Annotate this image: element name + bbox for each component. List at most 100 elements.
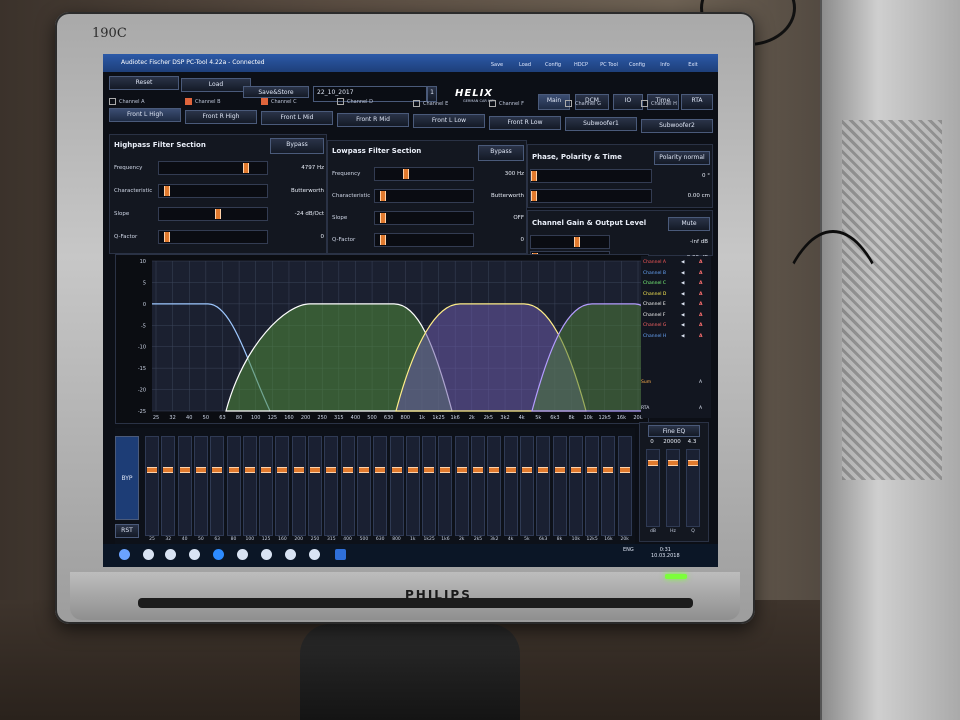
eq-band-slider[interactable] bbox=[340, 436, 355, 536]
channel-mute-toggle[interactable]: A bbox=[699, 271, 702, 276]
exit-icon[interactable]: Exit bbox=[681, 54, 705, 72]
polarity-button[interactable]: Polarity normal bbox=[654, 151, 710, 165]
eq-band-slider[interactable] bbox=[275, 436, 290, 536]
slider-knob[interactable] bbox=[380, 235, 386, 245]
eq-band-slider[interactable] bbox=[405, 436, 420, 536]
load-button[interactable]: Load bbox=[181, 78, 251, 92]
slider-knob[interactable] bbox=[403, 169, 409, 179]
speaker-icon[interactable]: ◀ bbox=[681, 292, 684, 297]
fine-eq-slider[interactable] bbox=[666, 449, 680, 527]
eq-band-knob[interactable] bbox=[473, 467, 483, 473]
speaker-icon[interactable]: ◀ bbox=[681, 302, 684, 307]
slider-knob[interactable] bbox=[243, 163, 249, 173]
channel-header[interactable]: Channel A bbox=[109, 98, 145, 105]
channel-list-item[interactable]: Channel B ◀ A bbox=[641, 271, 711, 281]
channel-mute-toggle[interactable]: A bbox=[699, 323, 702, 328]
channel-list-item[interactable]: Channel H ◀ A bbox=[641, 334, 711, 344]
eq-band-slider[interactable] bbox=[601, 436, 616, 536]
reset-button[interactable]: Reset bbox=[109, 76, 179, 90]
channel-header[interactable]: Channel D bbox=[337, 98, 373, 105]
row-slider[interactable] bbox=[158, 207, 268, 221]
eq-band-knob[interactable] bbox=[147, 467, 157, 473]
slider-knob[interactable] bbox=[215, 209, 221, 219]
config-icon[interactable]: Config bbox=[541, 54, 565, 72]
eq-band-slider[interactable] bbox=[438, 436, 453, 536]
eq-band-knob[interactable] bbox=[391, 467, 402, 473]
channel-button[interactable]: Subwoofer1 bbox=[565, 117, 637, 131]
eq-reset-button[interactable]: RST bbox=[115, 524, 139, 538]
load-icon[interactable]: Load bbox=[513, 54, 537, 72]
eq-band-slider[interactable] bbox=[259, 436, 274, 536]
app-icon[interactable] bbox=[189, 549, 200, 560]
lowpass-bypass-button[interactable]: Bypass bbox=[478, 145, 524, 161]
row-slider[interactable] bbox=[530, 169, 652, 183]
rta-toggle[interactable]: A bbox=[699, 406, 709, 416]
row-slider[interactable] bbox=[374, 211, 474, 225]
channel-checkbox[interactable] bbox=[337, 98, 344, 105]
speaker-icon[interactable]: ◀ bbox=[681, 323, 684, 328]
channel-list-item[interactable]: Channel D ◀ A bbox=[641, 292, 711, 302]
eq-band-knob[interactable] bbox=[212, 467, 223, 473]
channel-button[interactable]: Front R Mid bbox=[337, 112, 409, 127]
eq-band-slider[interactable] bbox=[177, 436, 192, 536]
fine-eq-knob[interactable] bbox=[688, 460, 698, 466]
channel-header[interactable]: Channel B bbox=[185, 98, 221, 105]
eq-band-slider[interactable] bbox=[422, 436, 437, 536]
nav-io-button[interactable]: IO bbox=[613, 94, 643, 110]
save-store-button[interactable]: Save&Store bbox=[243, 86, 309, 98]
eq-band-knob[interactable] bbox=[228, 467, 239, 473]
eq-band-slider[interactable] bbox=[454, 436, 469, 536]
eq-band-knob[interactable] bbox=[440, 467, 451, 473]
eq-band-knob[interactable] bbox=[570, 467, 581, 473]
eq-band-slider[interactable] bbox=[568, 436, 583, 536]
speaker-icon[interactable]: ◀ bbox=[681, 281, 684, 286]
channel-checkbox[interactable] bbox=[413, 100, 420, 107]
eq-band-slider[interactable] bbox=[193, 436, 208, 536]
eq-band-slider[interactable] bbox=[519, 436, 534, 536]
eq-band-knob[interactable] bbox=[293, 467, 304, 473]
eq-band-slider[interactable] bbox=[291, 436, 306, 536]
fine-eq-slider[interactable] bbox=[646, 449, 660, 527]
dsp-tool-taskbar-icon[interactable] bbox=[335, 549, 346, 560]
eq-band-slider[interactable] bbox=[242, 436, 257, 536]
eq-bypass-button[interactable]: BYP bbox=[115, 436, 139, 520]
channel-mute-toggle[interactable]: A bbox=[699, 313, 702, 318]
eq-band-slider[interactable] bbox=[503, 436, 518, 536]
eq-band-knob[interactable] bbox=[619, 467, 630, 473]
eq-band-slider[interactable] bbox=[552, 436, 567, 536]
eq-band-slider[interactable] bbox=[161, 436, 176, 536]
channel-list-item[interactable]: Channel F ◀ A bbox=[641, 313, 711, 323]
channel-checkbox[interactable] bbox=[185, 98, 192, 105]
eq-band-slider[interactable] bbox=[324, 436, 339, 536]
eq-band-knob[interactable] bbox=[587, 467, 598, 473]
channel-header[interactable]: Channel F bbox=[489, 100, 524, 107]
slider-knob[interactable] bbox=[380, 213, 386, 223]
row-slider[interactable] bbox=[374, 167, 474, 181]
row-slider[interactable] bbox=[158, 184, 268, 198]
channel-mute-toggle[interactable]: A bbox=[699, 281, 702, 286]
channel-button[interactable]: Subwoofer2 bbox=[641, 118, 713, 133]
eq-band-slider[interactable] bbox=[356, 436, 371, 536]
nav-rta-button[interactable]: RTA bbox=[681, 94, 713, 110]
channel-list-item[interactable]: Channel A ◀ A bbox=[641, 260, 711, 270]
eq-band-knob[interactable] bbox=[179, 467, 190, 473]
eq-band-slider[interactable] bbox=[487, 436, 502, 536]
channel-mute-toggle[interactable]: A bbox=[699, 302, 702, 307]
channel-checkbox[interactable] bbox=[489, 100, 496, 107]
edge-icon[interactable] bbox=[213, 549, 224, 560]
eq-band-knob[interactable] bbox=[505, 467, 516, 473]
eq-band-knob[interactable] bbox=[456, 467, 467, 473]
eq-band-knob[interactable] bbox=[342, 467, 353, 473]
eq-band-slider[interactable] bbox=[373, 436, 388, 536]
clock[interactable]: 0:31 10.03.2018 bbox=[651, 547, 680, 559]
eq-band-knob[interactable] bbox=[489, 467, 500, 473]
channel-mute-toggle[interactable]: A bbox=[699, 292, 702, 297]
slider-knob[interactable] bbox=[380, 191, 386, 201]
fine-eq-select[interactable]: Fine EQ bbox=[648, 425, 700, 437]
eq-band-knob[interactable] bbox=[310, 467, 320, 473]
eq-band-knob[interactable] bbox=[603, 467, 614, 473]
channel-checkbox[interactable] bbox=[109, 98, 116, 105]
eq-band-knob[interactable] bbox=[326, 467, 337, 473]
hdcp-icon[interactable]: HDCP bbox=[569, 54, 593, 72]
row-slider[interactable] bbox=[530, 189, 652, 203]
